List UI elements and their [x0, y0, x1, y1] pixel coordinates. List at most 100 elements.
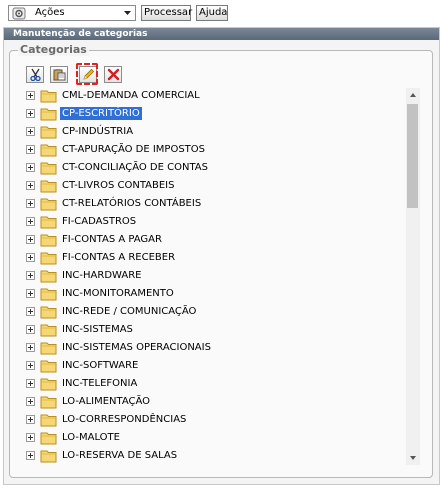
categories-legend: Categorias [18, 43, 89, 56]
tree-row-label[interactable]: LO-MALOTE [60, 431, 122, 444]
folder-icon [40, 324, 57, 337]
folder-icon [40, 144, 57, 157]
expand-plus-icon[interactable] [26, 433, 35, 442]
tree-row-label[interactable]: INC-TELEFONIA [60, 377, 139, 390]
tree-row-label[interactable]: INC-SISTEMAS OPERACIONAIS [60, 341, 213, 354]
tree-row-label[interactable]: LO-RESERVA DE SALAS [60, 449, 179, 462]
paste-button[interactable] [50, 66, 68, 83]
gear-icon [12, 7, 26, 20]
expand-plus-icon[interactable] [26, 379, 35, 388]
folder-icon [40, 360, 57, 373]
folder-icon [40, 126, 57, 139]
tree-row[interactable]: LO-MALOTE [16, 429, 406, 447]
folder-icon [40, 252, 57, 265]
expand-plus-icon[interactable] [26, 289, 35, 298]
tree-row-label[interactable]: FI-CONTAS A PAGAR [60, 233, 164, 246]
folder-icon [40, 198, 57, 211]
tree-row[interactable]: FI-CONTAS A RECEBER [16, 249, 406, 267]
tree-row-label[interactable]: INC-SISTEMAS [60, 323, 135, 336]
tree-row[interactable]: INC-SISTEMAS [16, 321, 406, 339]
expand-plus-icon[interactable] [26, 397, 35, 406]
tree-row-label[interactable]: INC-MONITORAMENTO [60, 287, 176, 300]
folder-icon [40, 108, 57, 121]
tree-row-label[interactable]: CP-INDÚSTRIA [60, 125, 135, 138]
expand-plus-icon[interactable] [26, 343, 35, 352]
expand-plus-icon[interactable] [26, 181, 35, 190]
tree-row[interactable]: INC-MONITORAMENTO [16, 285, 406, 303]
category-tree: CML-DEMANDA COMERCIAL CP-ESCRITÓRIO CP-IND… [16, 87, 406, 465]
tree-row[interactable]: FI-CADASTROS [16, 213, 406, 231]
expand-plus-icon[interactable] [26, 235, 35, 244]
tree-row[interactable]: CT-RELATÓRIOS CONTÁBEIS [16, 195, 406, 213]
tree-row[interactable]: LO-RESERVA DE SALAS [16, 447, 406, 465]
tree-row-label[interactable]: LO-ALIMENTAÇÃO [60, 395, 152, 408]
tree-row-label[interactable]: INC-HARDWARE [60, 269, 143, 282]
expand-plus-icon[interactable] [26, 325, 35, 334]
tree-row[interactable]: LO-ALIMENTAÇÃO [16, 393, 406, 411]
actions-select[interactable]: Ações [8, 5, 136, 21]
edit-button-highlight [76, 63, 98, 85]
delete-button[interactable] [104, 66, 122, 83]
tree-row-label[interactable]: CT-APURAÇÃO DE IMPOSTOS [60, 143, 207, 156]
scroll-down-icon[interactable] [406, 451, 420, 465]
tree-row-label[interactable]: INC-SOFTWARE [60, 359, 140, 372]
expand-plus-icon[interactable] [26, 109, 35, 118]
tree-row[interactable]: INC-SOFTWARE [16, 357, 406, 375]
folder-icon [40, 378, 57, 391]
tree-row[interactable]: CP-ESCRITÓRIO [16, 105, 406, 123]
folder-icon [40, 414, 57, 427]
folder-icon [40, 90, 57, 103]
tree-row-label[interactable]: CP-ESCRITÓRIO [60, 107, 142, 120]
actions-select-label: Ações [35, 7, 65, 18]
scroll-up-icon[interactable] [406, 88, 420, 102]
expand-plus-icon[interactable] [26, 415, 35, 424]
tree-row-label[interactable]: CT-LIVROS CONTABEIS [60, 179, 176, 192]
tree-row[interactable]: CT-LIVROS CONTABEIS [16, 177, 406, 195]
scrollbar-thumb[interactable] [407, 104, 418, 208]
tree-row-label[interactable]: CT-RELATÓRIOS CONTÁBEIS [60, 197, 203, 210]
folder-icon [40, 162, 57, 175]
cut-button[interactable] [26, 66, 44, 83]
cut-icon [30, 68, 41, 81]
tree-row[interactable]: INC-HARDWARE [16, 267, 406, 285]
tree-row[interactable]: LO-CORRESPONDÊNCIAS [16, 411, 406, 429]
tree-row[interactable]: INC-REDE / COMUNICAÇÃO [16, 303, 406, 321]
tree-row[interactable]: INC-TELEFONIA [16, 375, 406, 393]
tree-row-label[interactable]: FI-CONTAS A RECEBER [60, 251, 177, 264]
tree-row[interactable]: CT-CONCILIAÇÃO DE CONTAS [16, 159, 406, 177]
folder-icon [40, 306, 57, 319]
folder-icon [40, 234, 57, 247]
expand-plus-icon[interactable] [26, 307, 35, 316]
tree-row[interactable]: CP-INDÚSTRIA [16, 123, 406, 141]
tree-row-label[interactable]: FI-CADASTROS [60, 215, 138, 228]
folder-icon [40, 180, 57, 193]
tree-row[interactable]: CT-APURAÇÃO DE IMPOSTOS [16, 141, 406, 159]
tree-row-label[interactable]: CML-DEMANDA COMERCIAL [60, 89, 202, 102]
tree-row[interactable]: FI-CONTAS A PAGAR [16, 231, 406, 249]
chevron-down-icon[interactable] [123, 8, 132, 18]
tree-row-label[interactable]: CT-CONCILIAÇÃO DE CONTAS [60, 161, 210, 174]
expand-plus-icon[interactable] [26, 253, 35, 262]
expand-plus-icon[interactable] [26, 163, 35, 172]
expand-plus-icon[interactable] [26, 217, 35, 226]
expand-plus-icon[interactable] [26, 199, 35, 208]
tree-row[interactable]: CML-DEMANDA COMERCIAL [16, 87, 406, 105]
paste-icon [53, 69, 66, 81]
expand-plus-icon[interactable] [26, 145, 35, 154]
expand-plus-icon[interactable] [26, 91, 35, 100]
folder-icon [40, 432, 57, 445]
folder-icon [40, 342, 57, 355]
ajuda-button[interactable]: Ajuda [196, 5, 228, 21]
expand-plus-icon[interactable] [26, 127, 35, 136]
folder-icon [40, 270, 57, 283]
tree-row[interactable]: INC-SISTEMAS OPERACIONAIS [16, 339, 406, 357]
processar-button[interactable]: Processar [141, 5, 192, 21]
expand-plus-icon[interactable] [26, 361, 35, 370]
expand-plus-icon[interactable] [26, 271, 35, 280]
expand-plus-icon[interactable] [26, 451, 35, 460]
tree-scrollbar[interactable] [406, 88, 420, 465]
tree-row-label[interactable]: LO-CORRESPONDÊNCIAS [60, 413, 188, 426]
delete-icon [107, 68, 120, 81]
folder-icon [40, 450, 57, 463]
tree-row-label[interactable]: INC-REDE / COMUNICAÇÃO [60, 305, 198, 318]
